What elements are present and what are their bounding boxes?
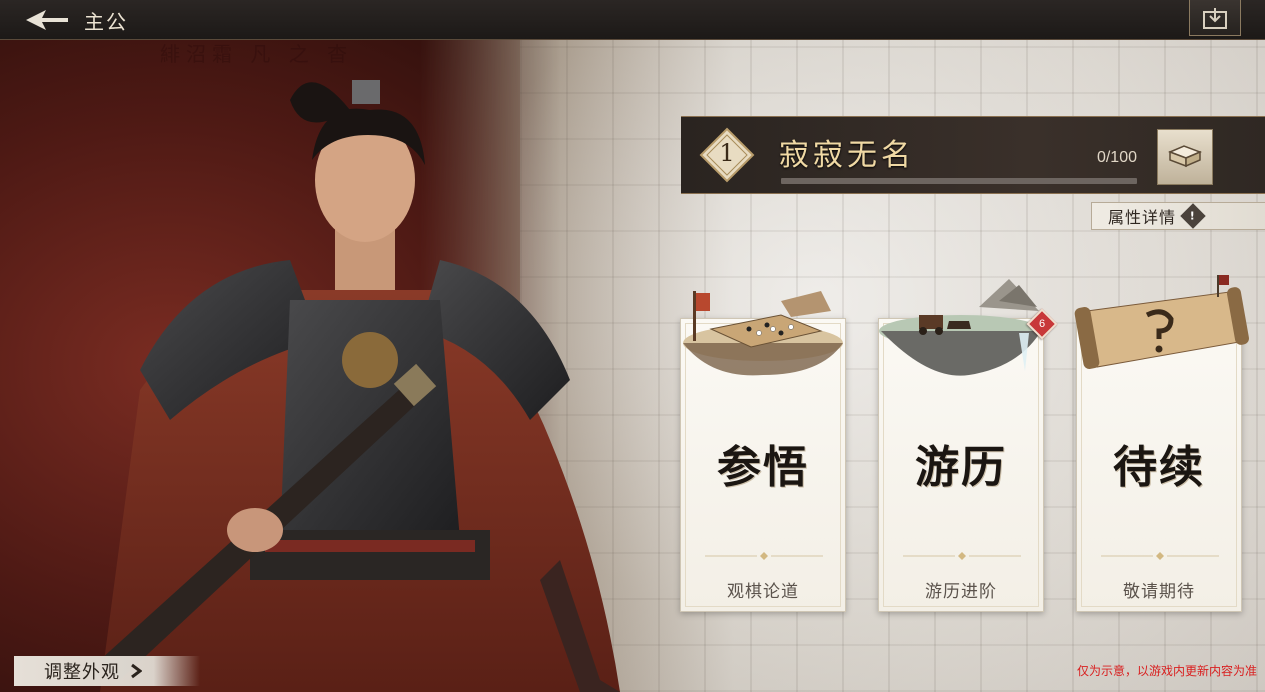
card-canwu[interactable]: 参悟 观棋论道 [680, 291, 846, 612]
export-box-icon [1203, 7, 1227, 29]
level-emblem: 1 [699, 127, 755, 183]
adjust-appearance-label: 调整外观 [44, 662, 120, 683]
card-subtitle: 观棋论道 [727, 582, 799, 602]
card-title: 游历 [915, 442, 1007, 493]
card-divider [705, 552, 823, 560]
card-daixu[interactable]: 待续 敬请期待 [1074, 275, 1249, 612]
floating-island-carriage-art [879, 279, 1043, 376]
attribute-details-label: 属性详情 [1108, 208, 1177, 227]
card-divider [903, 552, 1021, 560]
attribute-details-button[interactable]: 属性详情 ! [1091, 202, 1265, 230]
general-hero-portrait [100, 80, 620, 692]
card-title: 待续 [1113, 442, 1205, 493]
page-title: 主公 [84, 10, 128, 34]
card-subtitle: 敬请期待 [1123, 582, 1195, 602]
scroll-art [1074, 275, 1249, 369]
disclaimer-text: 仅为示意，以游戏内更新内容为准 [1076, 664, 1257, 678]
card-subtitle: 游历进阶 [925, 582, 997, 602]
card-divider [1101, 552, 1219, 560]
exp-text: 0/100 [1096, 149, 1137, 166]
back-button[interactable] [22, 6, 72, 34]
exp-bar [781, 178, 1137, 184]
card-youli[interactable]: 6 游历 游历进阶 [878, 279, 1058, 612]
info-icon: ! [1180, 203, 1206, 229]
title-book-button[interactable] [1157, 129, 1213, 185]
book-icon [1168, 145, 1202, 168]
player-name: 寂寂无名 [779, 138, 915, 173]
card-title: 参悟 [717, 442, 809, 493]
top-bar: 主公 [0, 0, 1265, 40]
back-arrow-icon [26, 10, 68, 30]
go-board-art [683, 291, 843, 376]
adjust-appearance-button[interactable]: 调整外观 [14, 656, 200, 686]
player-name-banner: 1 寂寂无名 0/100 [681, 116, 1265, 194]
export-button[interactable] [1189, 0, 1241, 36]
chevron-right-icon [131, 663, 142, 679]
level-number: 1 [719, 139, 735, 167]
